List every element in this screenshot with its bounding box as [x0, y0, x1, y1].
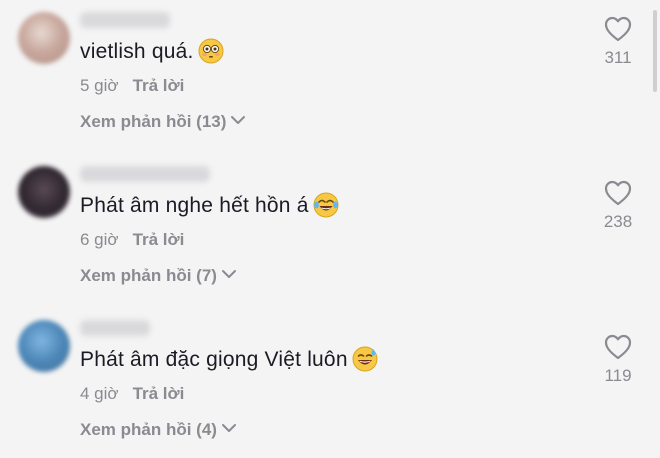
view-replies-button[interactable]: Xem phản hồi (13) [80, 112, 246, 132]
comment-text-content: Phát âm đặc giọng Việt luôn [80, 348, 348, 371]
comment-meta: 6 giờ Trả lời [80, 230, 184, 250]
comment-meta: 5 giờ Trả lời [80, 76, 184, 96]
like-button[interactable]: 238 [596, 180, 640, 232]
username-blurred[interactable] [80, 12, 170, 28]
like-count: 119 [604, 366, 632, 385]
view-replies-label: Xem phản hồi (4) [80, 420, 217, 439]
view-replies-label: Xem phản hồi (13) [80, 112, 227, 131]
comment-text: Phát âm đặc giọng Việt luôn [80, 346, 378, 372]
view-replies-button[interactable]: Xem phản hồi (7) [80, 266, 237, 286]
comment-item: Phát âm đặc giọng Việt luôn 4 giờ Trả lời… [0, 308, 660, 458]
comment-item: vietlish quá. 5 giờ Trả lời Xem phản hồi … [0, 0, 660, 150]
comment-time: 4 giờ [80, 384, 119, 403]
heart-outline-icon [604, 334, 632, 360]
comment-time: 5 giờ [80, 76, 119, 95]
reply-button[interactable]: Trả lời [133, 384, 185, 403]
laughing-tears-emoji [313, 192, 339, 218]
reply-button[interactable]: Trả lời [133, 76, 185, 95]
avatar[interactable] [18, 320, 70, 372]
comment-text-content: Phát âm nghe hết hồn á [80, 194, 309, 217]
chevron-down-icon [231, 116, 246, 124]
comment-time: 6 giờ [80, 230, 119, 249]
view-replies-button[interactable]: Xem phản hồi (4) [80, 420, 237, 440]
comment-text-content: vietlish quá. [80, 40, 194, 63]
scrollbar-thumb[interactable] [653, 10, 657, 92]
chevron-down-icon [221, 424, 236, 432]
comment-meta: 4 giờ Trả lời [80, 384, 184, 404]
comment-item: Phát âm nghe hết hồn á 6 giờ Trả lời Xem … [0, 154, 660, 304]
reply-button[interactable]: Trả lời [133, 230, 185, 249]
view-replies-label: Xem phản hồi (7) [80, 266, 217, 285]
username-blurred[interactable] [80, 166, 210, 182]
comment-text: Phát âm nghe hết hồn á [80, 192, 339, 218]
avatar[interactable] [18, 166, 70, 218]
heart-outline-icon [604, 180, 632, 206]
chevron-down-icon [221, 270, 236, 278]
like-count: 311 [604, 48, 632, 67]
comments-panel: { "comments": [ { "text": "vietlish quá.… [0, 0, 660, 454]
flushed-face-emoji [198, 38, 223, 64]
heart-outline-icon [604, 16, 632, 42]
comment-text: vietlish quá. [80, 38, 224, 64]
like-count: 238 [603, 212, 633, 231]
username-blurred[interactable] [80, 320, 150, 336]
grinning-sweat-emoji [352, 346, 378, 372]
like-button[interactable]: 311 [596, 16, 640, 68]
avatar[interactable] [18, 12, 70, 64]
like-button[interactable]: 119 [596, 334, 640, 386]
